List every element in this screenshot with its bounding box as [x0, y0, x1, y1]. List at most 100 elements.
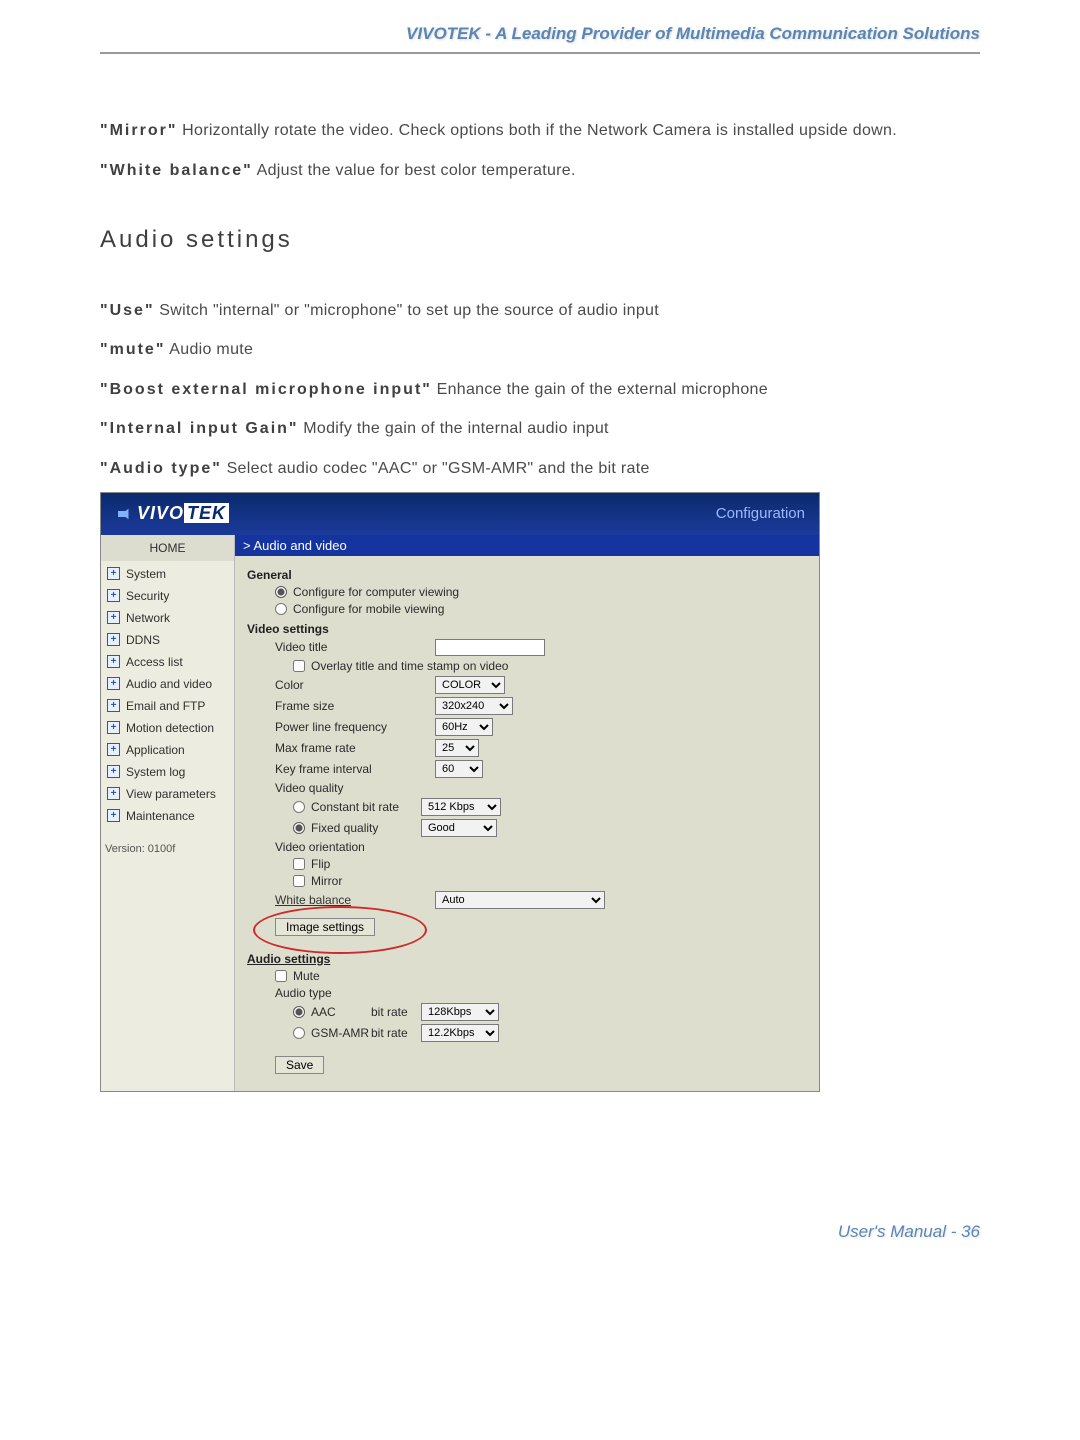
sidebar-item-label: System log: [126, 765, 185, 779]
select-kfi[interactable]: 60: [435, 760, 483, 778]
opt-audiotype-desc: Select audio codec "AAC" or "GSM-AMR" an…: [222, 460, 650, 477]
select-mfr[interactable]: 25: [435, 739, 479, 757]
label-aac-bitrate: bit rate: [371, 1005, 421, 1019]
expand-icon: +: [107, 809, 120, 822]
radio-conf-mobile[interactable]: [275, 603, 287, 615]
camera-icon: [115, 505, 133, 523]
header-config-label: Configuration: [716, 505, 805, 522]
image-settings-button[interactable]: Image settings: [275, 918, 375, 936]
sidebar-item-label: View parameters: [126, 787, 216, 801]
label-orientation: Video orientation: [275, 840, 365, 854]
sidebar-item-emailftp[interactable]: + Email and FTP: [101, 695, 234, 717]
logo-text-tek: TEK: [184, 503, 229, 523]
expand-icon: +: [107, 655, 120, 668]
radio-conf-mobile-label: Configure for mobile viewing: [293, 602, 444, 616]
breadcrumb: > Audio and video: [235, 535, 819, 556]
expand-icon: +: [107, 699, 120, 712]
label-overlay: Overlay title and time stamp on video: [311, 659, 508, 673]
sidebar-item-application[interactable]: + Application: [101, 739, 234, 761]
select-white-balance[interactable]: Auto: [435, 891, 605, 909]
opt-use: "Use" Switch "internal" or "microphone" …: [100, 294, 980, 328]
vivotek-logo: VIVOTEK: [115, 503, 229, 524]
section-audio-settings: Audio settings: [247, 952, 807, 966]
sidebar-item-accesslist[interactable]: +Access list: [101, 651, 234, 673]
sidebar-item-network[interactable]: + Network: [101, 607, 234, 629]
expand-icon: +: [107, 611, 120, 624]
sidebar-item-label: Network: [126, 611, 170, 625]
opt-boost-key: "Boost external microphone input": [100, 381, 432, 398]
opt-gain: "Internal input Gain" Modify the gain of…: [100, 412, 980, 446]
radio-conf-computer-label: Configure for computer viewing: [293, 585, 459, 599]
checkbox-overlay[interactable]: [293, 660, 305, 672]
select-cbr[interactable]: 512 Kbps: [421, 798, 501, 816]
select-gsm-bitrate[interactable]: 12.2Kbps: [421, 1024, 499, 1042]
label-video-title: Video title: [275, 640, 435, 654]
checkbox-flip[interactable]: [293, 858, 305, 870]
radio-conf-computer[interactable]: [275, 586, 287, 598]
input-video-title[interactable]: [435, 639, 545, 656]
select-color[interactable]: COLOR: [435, 676, 505, 694]
expand-icon: +: [107, 677, 120, 690]
sidebar-item-label: Motion detection: [126, 721, 214, 735]
intro-mirror-desc: Horizontally rotate the video. Check opt…: [177, 122, 897, 139]
expand-icon: +: [107, 743, 120, 756]
radio-fixed-quality[interactable]: [293, 822, 305, 834]
sidebar-item-home[interactable]: HOME: [101, 535, 234, 561]
select-frame-size[interactable]: 320x240: [435, 697, 513, 715]
select-fixed-quality[interactable]: Good: [421, 819, 497, 837]
sidebar-item-viewparams[interactable]: + View parameters: [101, 783, 234, 805]
checkbox-mirror[interactable]: [293, 875, 305, 887]
intro-wb: "White balance" Adjust the value for bes…: [100, 154, 980, 188]
intro-wb-desc: Adjust the value for best color temperat…: [253, 162, 576, 179]
sidebar-item-system[interactable]: +System: [101, 563, 234, 585]
sidebar-item-label: Application: [126, 743, 185, 757]
sidebar-item-systemlog[interactable]: + System log: [101, 761, 234, 783]
radio-gsm[interactable]: [293, 1027, 305, 1039]
radio-aac[interactable]: [293, 1006, 305, 1018]
sidebar-item-label: Maintenance: [126, 809, 195, 823]
expand-icon: +: [107, 589, 120, 602]
label-frame-size: Frame size: [275, 699, 435, 713]
sidebar-item-label: Email and FTP: [126, 699, 205, 713]
link-white-balance[interactable]: White balance: [275, 893, 435, 907]
select-aac-bitrate[interactable]: 128Kbps: [421, 1003, 499, 1021]
opt-use-desc: Switch "internal" or "microphone" to set…: [155, 302, 659, 319]
opt-boost-desc: Enhance the gain of the external microph…: [432, 381, 768, 398]
label-cbr: Constant bit rate: [311, 800, 421, 814]
sidebar-item-ddns[interactable]: + DDNS: [101, 629, 234, 651]
checkbox-mute[interactable]: [275, 970, 287, 982]
opt-audiotype-key: "Audio type": [100, 460, 222, 477]
sidebar-item-label: System: [126, 567, 166, 581]
label-fixed-quality: Fixed quality: [311, 821, 421, 835]
save-button[interactable]: Save: [275, 1056, 324, 1074]
sidebar-item-motion[interactable]: +Motion detection: [101, 717, 234, 739]
config-sidebar: HOME +System +Security +Network +DDNS +A…: [101, 535, 235, 1091]
opt-boost: "Boost external microphone input" Enhanc…: [100, 373, 980, 407]
label-audio-type: Audio type: [275, 986, 332, 1000]
radio-cbr[interactable]: [293, 801, 305, 813]
select-plf[interactable]: 60Hz: [435, 718, 493, 736]
opt-gain-desc: Modify the gain of the internal audio in…: [299, 420, 609, 437]
label-color: Color: [275, 678, 435, 692]
label-plf: Power line frequency: [275, 720, 435, 734]
expand-icon: +: [107, 633, 120, 646]
logo-text-vivo: VIVO: [137, 503, 184, 523]
config-screenshot: VIVOTEK Configuration HOME +System +Secu…: [100, 492, 820, 1092]
sidebar-item-label: DDNS: [126, 633, 160, 647]
sidebar-item-label: Security: [126, 589, 169, 603]
sidebar-item-audiovideo[interactable]: + Audio and video: [101, 673, 234, 695]
section-heading-audio: Audio settings: [100, 215, 980, 265]
section-general: General: [247, 568, 807, 582]
intro-mirror-key: "Mirror": [100, 122, 177, 139]
label-mirror: Mirror: [311, 874, 342, 888]
sidebar-item-security[interactable]: + Security: [101, 585, 234, 607]
opt-mute: "mute" Audio mute: [100, 333, 980, 367]
opt-gain-key: "Internal input Gain": [100, 420, 299, 437]
sidebar-item-maintenance[interactable]: + Maintenance: [101, 805, 234, 827]
sidebar-item-label: Audio and video: [126, 677, 212, 691]
label-flip: Flip: [311, 857, 330, 871]
expand-icon: +: [107, 787, 120, 800]
sidebar-version: Version: 0100f: [101, 827, 234, 863]
expand-icon: +: [107, 765, 120, 778]
label-gsm-bitrate: bit rate: [371, 1026, 421, 1040]
